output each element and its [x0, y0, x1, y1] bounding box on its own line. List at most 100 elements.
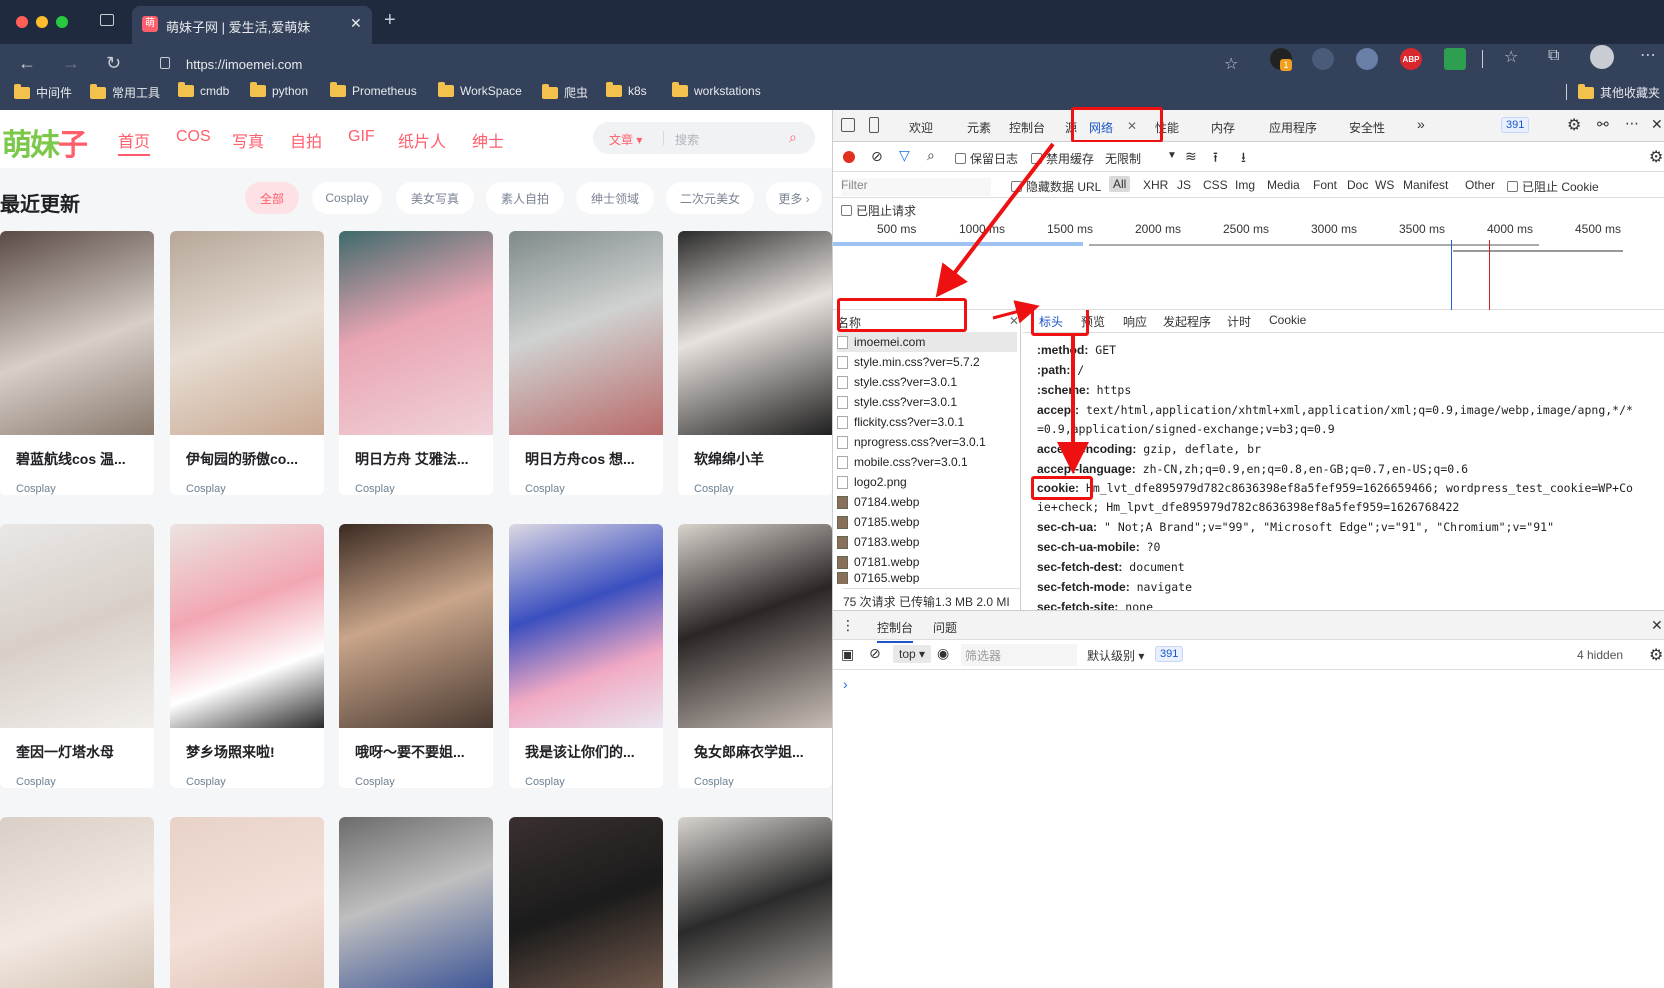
post-category[interactable]: Cosplay — [694, 776, 832, 788]
console-settings-icon[interactable]: ⚙ — [1649, 645, 1663, 665]
filter-all[interactable]: 全部 — [245, 182, 299, 214]
filter-amateur[interactable]: 素人自拍 — [486, 182, 564, 214]
post-category[interactable]: Cosplay — [694, 483, 832, 495]
post-card[interactable]: 兔女郎麻衣学姐... Cosplay — [678, 524, 832, 788]
filter-cosplay[interactable]: Cosplay — [312, 182, 382, 214]
extension-icon-3[interactable] — [1356, 48, 1378, 70]
post-title[interactable]: 软绵绵小羊 — [694, 449, 832, 469]
back-icon[interactable]: ← — [18, 53, 36, 74]
browser-tab-active[interactable]: 萌 萌妹子网 | 爱生活,爱萌妹 ✕ — [132, 6, 372, 44]
bookmark-folder[interactable]: cmdb — [178, 82, 229, 98]
post-title[interactable]: 哦呀～要不要姐... — [355, 742, 493, 762]
post-card[interactable]: 软绵绵小羊 Cosplay — [678, 231, 832, 495]
nav-home[interactable]: 首页 — [118, 128, 151, 156]
post-thumbnail[interactable] — [170, 817, 324, 988]
console-issues-badge[interactable]: 391 — [1155, 646, 1184, 662]
forward-icon[interactable]: → — [62, 53, 80, 74]
post-thumbnail[interactable] — [339, 524, 493, 728]
new-tab-button[interactable]: + — [384, 9, 396, 32]
post-title[interactable]: 伊甸园的骄傲co... — [186, 449, 324, 469]
post-category[interactable]: Cosplay — [186, 776, 324, 788]
drawer-menu-icon[interactable]: ⋮ — [841, 617, 855, 634]
minimize-window-button[interactable] — [36, 16, 48, 28]
filter-more[interactable]: 更多 › — [766, 182, 822, 214]
clear-console-icon[interactable]: ⊘ — [869, 645, 881, 662]
post-category[interactable]: Cosplay — [355, 483, 493, 495]
add-favorite-icon[interactable]: ☆ — [1224, 54, 1238, 74]
nav-cos[interactable]: COS — [176, 128, 211, 146]
close-drawer-icon[interactable]: ✕ — [1651, 617, 1663, 634]
post-card[interactable] — [509, 817, 663, 988]
post-title[interactable]: 明日方舟 艾雅法... — [355, 449, 493, 469]
drawer-tab-issues[interactable]: 问题 — [933, 619, 957, 636]
bookmark-folder[interactable]: k8s — [606, 82, 647, 98]
sidebar-toggle-icon[interactable]: ▣ — [841, 646, 854, 663]
post-card[interactable] — [0, 817, 154, 988]
more-menu-icon[interactable]: ⋯ — [1640, 45, 1656, 65]
nav-gif[interactable]: GIF — [348, 128, 375, 146]
site-search[interactable]: 文章 ▾ 搜索 ⌕ — [593, 122, 815, 154]
post-card[interactable]: 明日方舟 艾雅法... Cosplay — [339, 231, 493, 495]
post-category[interactable]: Cosplay — [355, 776, 493, 788]
post-title[interactable]: 奎因一灯塔水母 — [16, 742, 154, 762]
filter-gentleman[interactable]: 绅士领域 — [576, 182, 654, 214]
post-card[interactable]: 碧蓝航线cos 温... Cosplay — [0, 231, 154, 495]
post-title[interactable]: 明日方舟cos 想... — [525, 449, 663, 469]
bookmark-folder[interactable]: WorkSpace — [438, 82, 522, 98]
nav-gentleman[interactable]: 绅士 — [472, 128, 504, 152]
extension-icon-2[interactable] — [1312, 48, 1334, 70]
post-card[interactable]: 哦呀～要不要姐... Cosplay — [339, 524, 493, 788]
avatar[interactable] — [1590, 45, 1614, 69]
post-thumbnail[interactable] — [509, 231, 663, 435]
post-card[interactable]: 我是该让你们的... Cosplay — [509, 524, 663, 788]
nav-paper[interactable]: 纸片人 — [398, 128, 446, 152]
bookmark-folder[interactable]: workstations — [672, 82, 761, 98]
post-title[interactable]: 兔女郎麻衣学姐... — [694, 742, 832, 762]
post-card[interactable]: 梦乡场照来啦! Cosplay — [170, 524, 324, 788]
post-category[interactable]: Cosplay — [525, 483, 663, 495]
post-thumbnail[interactable] — [678, 817, 832, 988]
url-text[interactable]: https://imoemei.com — [186, 57, 302, 72]
post-card[interactable]: 奎因一灯塔水母 Cosplay — [0, 524, 154, 788]
adblock-icon[interactable]: ABP — [1400, 48, 1422, 70]
post-card[interactable]: 伊甸园的骄傲co... Cosplay — [170, 231, 324, 495]
post-category[interactable]: Cosplay — [16, 483, 154, 495]
search-input[interactable]: 搜索 — [675, 131, 699, 148]
post-title[interactable]: 碧蓝航线cos 温... — [16, 449, 154, 469]
post-thumbnail[interactable] — [0, 817, 154, 988]
favorites-icon[interactable]: ☆ — [1504, 47, 1518, 67]
site-logo[interactable]: 萌妹子 — [2, 120, 88, 164]
post-card[interactable] — [170, 817, 324, 988]
nav-selfie[interactable]: 自拍 — [290, 128, 322, 152]
post-card[interactable]: 明日方舟cos 想... Cosplay — [509, 231, 663, 495]
post-card[interactable] — [339, 817, 493, 988]
console-prompt[interactable]: › — [843, 676, 848, 692]
extension-icon-4[interactable] — [1444, 48, 1466, 70]
post-thumbnail[interactable] — [339, 817, 493, 988]
filter-anime[interactable]: 二次元美女 — [666, 182, 754, 214]
post-thumbnail[interactable] — [0, 524, 154, 728]
bookmark-folder[interactable]: 爬虫 — [542, 83, 588, 101]
post-category[interactable]: Cosplay — [16, 776, 154, 788]
post-thumbnail[interactable] — [678, 231, 832, 435]
post-thumbnail[interactable] — [678, 524, 832, 728]
bookmark-folder[interactable]: Prometheus — [330, 82, 417, 98]
close-tab-icon[interactable]: ✕ — [350, 15, 362, 32]
post-category[interactable]: Cosplay — [186, 483, 324, 495]
bookmark-folder[interactable]: 常用工具 — [90, 83, 160, 101]
bookmark-folder[interactable]: python — [250, 82, 308, 98]
other-bookmarks[interactable]: 其他收藏夹 — [1578, 83, 1660, 101]
post-title[interactable]: 我是该让你们的... — [525, 742, 663, 762]
post-category[interactable]: Cosplay — [525, 776, 663, 788]
context-select[interactable]: top ▾ — [893, 645, 932, 663]
nav-photo[interactable]: 写真 — [232, 128, 264, 152]
post-thumbnail[interactable] — [339, 231, 493, 435]
log-level-select[interactable]: 默认级别 ▾ — [1087, 647, 1144, 664]
zoom-window-button[interactable] — [56, 16, 68, 28]
tab-actions-icon[interactable] — [100, 14, 114, 26]
bookmark-folder[interactable]: 中间件 — [14, 83, 72, 101]
console-filter-input[interactable]: 筛选器 — [961, 644, 1077, 666]
filter-beauty[interactable]: 美女写真 — [396, 182, 474, 214]
post-thumbnail[interactable] — [0, 231, 154, 435]
close-window-button[interactable] — [16, 16, 28, 28]
